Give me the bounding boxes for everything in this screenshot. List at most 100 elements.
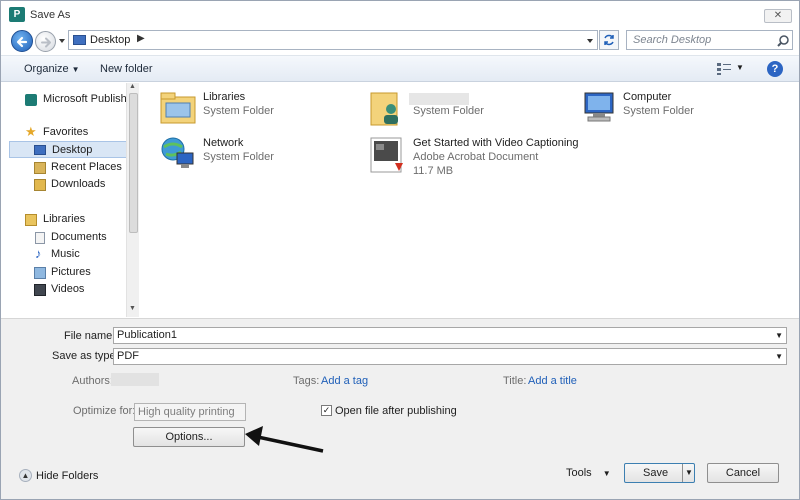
sidebar-item-microsoft-publisher[interactable]: Microsoft Publisher (9, 91, 127, 108)
recent-places-icon (34, 162, 46, 174)
downloads-icon (34, 179, 46, 191)
file-item-user-folder[interactable]: System Folder (369, 89, 579, 137)
sidebar-item-label: Desktop (52, 144, 93, 156)
dialog-title: Save As (30, 9, 71, 21)
file-type: System Folder (203, 151, 274, 163)
file-item-network[interactable]: Network System Folder (159, 135, 369, 183)
file-type: System Folder (623, 105, 694, 117)
sidebar-item-favorites[interactable]: ★ Favorites (9, 124, 127, 141)
tools-button[interactable]: Tools ▼ (566, 467, 611, 479)
search-icon[interactable] (776, 34, 790, 48)
file-name-field[interactable]: Publication1 ▼ (113, 327, 787, 344)
chevron-down-icon[interactable] (585, 33, 595, 47)
chevron-down-icon[interactable]: ▼ (775, 349, 783, 364)
add-title-link[interactable]: Add a title (528, 375, 577, 387)
chevron-down-icon: ▼ (602, 469, 611, 478)
help-icon[interactable]: ? (767, 61, 783, 77)
file-size: 11.7 MB (413, 165, 454, 177)
file-name: Network (203, 137, 244, 149)
libraries-icon (25, 214, 37, 226)
address-location[interactable]: Desktop (90, 34, 130, 46)
open-after-publishing-checkbox[interactable]: ✓ (321, 405, 332, 416)
chevron-up-icon[interactable]: ▲ (19, 469, 32, 482)
save-as-type-value[interactable]: PDF (117, 350, 139, 362)
open-after-publishing-label[interactable]: Open file after publishing (335, 405, 457, 417)
publisher-app-icon: P (9, 7, 25, 22)
address-bar[interactable]: Desktop ▶ (68, 30, 598, 50)
file-type: System Folder (413, 105, 484, 117)
sidebar-item-label: Downloads (51, 178, 106, 190)
refresh-button[interactable] (599, 30, 619, 50)
tags-label: Tags: (293, 375, 320, 387)
chevron-down-icon[interactable]: ▼ (775, 328, 783, 343)
save-button[interactable]: Save ▼ (624, 463, 695, 483)
refresh-icon (604, 34, 614, 46)
organize-label: Organize (24, 63, 69, 75)
scroll-up-icon[interactable]: ▲ (129, 83, 136, 90)
file-type: System Folder (203, 105, 274, 117)
recent-pages-dropdown-icon[interactable] (58, 37, 66, 45)
forward-arrow-icon (41, 37, 51, 48)
new-folder-button[interactable]: New folder (100, 63, 153, 75)
file-name: Computer (623, 91, 672, 103)
file-name: Libraries (203, 91, 246, 103)
back-arrow-icon (16, 36, 28, 48)
save-as-dialog: P Save As ✕ Desktop ▶ Search Desktop Org… (0, 0, 800, 500)
scroll-down-icon[interactable]: ▼ (129, 305, 136, 312)
save-split-dropdown-icon[interactable]: ▼ (682, 464, 695, 482)
sidebar-item-documents[interactable]: Documents (9, 229, 127, 246)
close-button[interactable]: ✕ (764, 9, 792, 23)
forward-button[interactable] (35, 31, 56, 52)
sidebar-item-music[interactable]: ♪ Music (9, 246, 127, 263)
sidebar-item-label: Music (51, 248, 80, 260)
view-options-dropdown-icon[interactable]: ▼ (736, 63, 744, 72)
desktop-icon (73, 35, 86, 45)
sidebar-item-label: Recent Places (51, 161, 122, 173)
videos-icon (34, 284, 46, 296)
sidebar-item-libraries[interactable]: Libraries (9, 211, 127, 228)
back-button[interactable] (11, 30, 33, 52)
file-item-pdf[interactable]: Get Started with Video Captioning Adobe … (369, 135, 599, 183)
file-item-computer[interactable]: Computer System Folder (579, 89, 789, 137)
organize-button[interactable]: Organize ▼ (24, 63, 80, 75)
add-tag-link[interactable]: Add a tag (321, 375, 368, 387)
file-list: Libraries System Folder System Folder Co… (141, 83, 797, 317)
sidebar-item-videos[interactable]: Videos (9, 281, 127, 298)
network-icon (161, 137, 194, 168)
sidebar-item-downloads[interactable]: Downloads (9, 176, 127, 193)
save-as-type-select[interactable]: PDF ▼ (113, 348, 787, 365)
sidebar-item-label: Videos (51, 283, 85, 295)
authors-value[interactable] (111, 373, 159, 386)
sidebar-item-recent-places[interactable]: Recent Places (9, 159, 127, 176)
options-button[interactable]: Options... (133, 427, 245, 447)
pdf-document-icon (370, 137, 403, 173)
chevron-down-icon: ▼ (71, 65, 80, 74)
chevron-right-icon[interactable]: ▶ (137, 33, 145, 44)
file-name-label: File name: (64, 330, 116, 342)
sidebar-item-desktop[interactable]: Desktop (9, 141, 127, 158)
navigation-pane: Microsoft Publisher ★ Favorites Desktop … (9, 83, 139, 317)
file-name: Get Started with Video Captioning (413, 137, 579, 149)
scrollbar-thumb[interactable] (129, 93, 138, 233)
file-type: Adobe Acrobat Document (413, 151, 539, 163)
search-input[interactable]: Search Desktop (633, 34, 711, 46)
save-options-panel: File name: Publication1 ▼ Save as type: … (1, 318, 799, 499)
command-bar: Organize ▼ New folder ▼ ? (1, 55, 799, 82)
hide-folders-button[interactable]: Hide Folders (36, 470, 98, 482)
sidebar-item-pictures[interactable]: Pictures (9, 264, 127, 281)
desktop-icon (34, 145, 46, 155)
file-name-value[interactable]: Publication1 (117, 329, 177, 341)
tools-label: Tools (566, 467, 592, 479)
file-item-libraries[interactable]: Libraries System Folder (159, 89, 369, 137)
navigation-pane-scrollbar[interactable]: ▲ ▼ (126, 83, 139, 317)
sidebar-item-label: Microsoft Publisher (43, 93, 127, 105)
documents-icon (35, 232, 45, 244)
computer-icon (584, 92, 614, 122)
libraries-folder-icon (160, 92, 196, 124)
sidebar-item-label: Libraries (43, 213, 86, 225)
cancel-button[interactable]: Cancel (707, 463, 779, 483)
annotation-arrow-icon (245, 426, 324, 453)
search-box[interactable]: Search Desktop (626, 30, 793, 50)
user-folder-icon (370, 92, 398, 126)
change-view-icon[interactable] (717, 62, 731, 75)
